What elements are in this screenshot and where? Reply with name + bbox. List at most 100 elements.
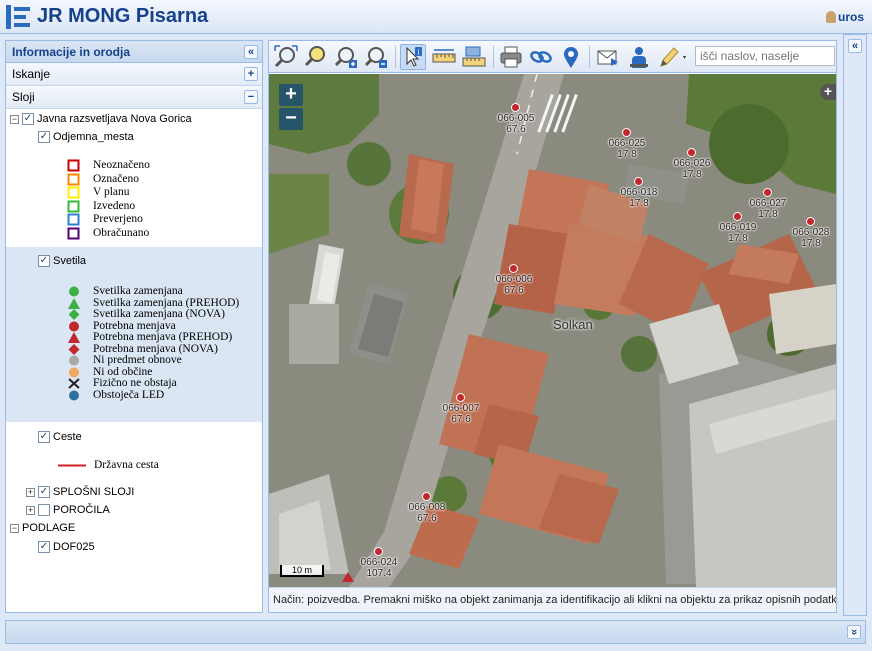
measure-distance-button[interactable] (431, 44, 457, 70)
print-button[interactable] (498, 44, 524, 70)
zoom-in-button[interactable] (333, 44, 359, 70)
info-tools-panel: Informacije in orodja « Iskanje + Sloji … (5, 40, 263, 613)
collapse-root-toggle[interactable]: − (10, 114, 19, 124)
send-mail-button[interactable] (595, 44, 621, 70)
location-pin-button[interactable] (558, 44, 584, 70)
legend-square-icon (67, 213, 80, 226)
pencil-draw-menu[interactable] (656, 44, 690, 70)
splosni-label: SPLOŠNI SLOJI (53, 486, 135, 498)
legend-square-icon (67, 227, 80, 240)
bottom-panel: » (5, 620, 866, 644)
section-layers[interactable]: Sloji − (6, 86, 262, 109)
tree-node-odjemna[interactable]: ✓ Odjemna_mesta (38, 129, 134, 145)
app-title: JR MONG Pisarna (37, 5, 209, 27)
point-id: 066-007 (442, 403, 480, 414)
expand-splosni-toggle[interactable]: + (26, 487, 35, 497)
search-input[interactable] (695, 46, 835, 66)
dof-checkbox[interactable]: ✓ (38, 541, 50, 554)
odjemna-checkbox[interactable]: ✓ (38, 131, 50, 144)
place-label: Solkan (553, 317, 593, 332)
map-point-label: 066-005 67.6 (486, 113, 546, 135)
zoom-rectangle-icon (304, 46, 325, 67)
map-point-marker[interactable] (806, 217, 815, 226)
map-zoom-in-button[interactable]: + (279, 84, 303, 106)
expand-right-panel-button[interactable]: « (848, 39, 862, 53)
expand-porocila-toggle[interactable]: + (26, 505, 35, 515)
point-id: 066-027 (749, 198, 787, 209)
zoom-extent-button[interactable] (273, 44, 299, 70)
collapse-layers-button[interactable]: − (244, 90, 258, 104)
right-collapsed-panel: « (843, 34, 867, 616)
identify-button[interactable]: i (400, 44, 426, 70)
tree-node-dof[interactable]: ✓ DOF025 (38, 539, 95, 555)
map-scale-bar: 10 m (280, 565, 324, 577)
tree-node-podlage[interactable]: − PODLAGE (10, 520, 75, 536)
odjemna-label: Odjemna_mesta (53, 131, 134, 143)
user-icon (825, 11, 836, 23)
map-point-marker[interactable] (509, 264, 518, 273)
point-id: 066-018 (620, 187, 658, 198)
tree-node-svetila[interactable]: ✓ Svetila (38, 253, 86, 269)
tree-node-ceste[interactable]: ✓ Ceste (38, 429, 82, 445)
point-id: 066-026 (673, 158, 711, 169)
tree-node-root[interactable]: − ✓ Javna razsvetljava Nova Gorica (10, 111, 192, 127)
ceste-label: Ceste (53, 431, 82, 443)
app-logo-icon (6, 5, 30, 29)
tree-node-splosni[interactable]: + ✓ SPLOŠNI SLOJI (26, 484, 134, 500)
toolbar-separator (589, 46, 590, 68)
zoom-out-icon (364, 47, 387, 68)
point-value: 17.8 (629, 198, 649, 209)
pencil-draw-icon (660, 47, 686, 67)
porocila-label: POROČILA (53, 504, 110, 516)
map-point-marker[interactable] (622, 128, 631, 137)
legend-label: Državna cesta (94, 459, 159, 471)
ceste-checkbox[interactable]: ✓ (38, 431, 50, 444)
map-point-marker[interactable] (456, 393, 465, 402)
map-point-marker[interactable] (687, 148, 696, 157)
zoom-rectangle-button[interactable] (302, 44, 328, 70)
user-name: uros (837, 10, 864, 24)
map-point-marker[interactable] (374, 547, 383, 556)
collapse-podlage-toggle[interactable]: − (10, 523, 19, 533)
legend-label: Izvedeno (93, 199, 136, 212)
measure-area-button[interactable] (461, 44, 487, 70)
point-value: 67.6 (451, 414, 471, 425)
zoom-out-button[interactable] (363, 44, 389, 70)
person-info-button[interactable] (626, 44, 652, 70)
expand-search-button[interactable]: + (244, 67, 258, 81)
map-point-marker[interactable] (634, 177, 643, 186)
toolbar-separator (395, 46, 396, 68)
point-id: 066-005 (497, 113, 535, 124)
map-point-label: 066-007 67.6 (431, 403, 491, 425)
expand-bottom-panel-button[interactable]: » (847, 625, 861, 639)
podlage-label: PODLAGE (22, 522, 76, 534)
point-value: 107.4 (366, 568, 392, 579)
map-point-label: 066-026 17.8 (662, 158, 722, 180)
legend-square-icon (67, 159, 80, 172)
overview-map-toggle[interactable]: + (820, 84, 836, 100)
svetila-checkbox[interactable]: ✓ (38, 255, 50, 268)
print-icon (500, 46, 522, 68)
user-menu[interactable]: uros (825, 10, 864, 24)
send-mail-icon (597, 50, 618, 66)
map-point-marker[interactable] (511, 103, 520, 112)
map-point-marker[interactable] (763, 188, 772, 197)
link-button[interactable] (528, 44, 554, 70)
section-search[interactable]: Iskanje + (6, 63, 262, 86)
map-triangle-marker[interactable] (341, 571, 355, 583)
map-point-label: 066-024 107.4 (349, 557, 409, 579)
point-value: 17.8 (801, 238, 821, 249)
map-canvas[interactable]: + − + Solkan 066-005 67.6 066-025 17.8 066-0… (269, 74, 836, 587)
point-value: 17.8 (758, 209, 778, 220)
point-id: 066-008 (408, 502, 446, 513)
splosni-checkbox[interactable]: ✓ (38, 486, 50, 499)
map-zoom-out-button[interactable]: − (279, 108, 303, 130)
porocila-checkbox[interactable] (38, 504, 50, 517)
map-point-marker[interactable] (733, 212, 742, 221)
collapse-panel-button[interactable]: « (244, 45, 258, 59)
location-pin-icon (564, 47, 578, 68)
root-checkbox[interactable]: ✓ (22, 113, 34, 126)
tree-node-porocila[interactable]: + POROČILA (26, 502, 110, 518)
legend-circle-icon (69, 390, 79, 400)
map-point-marker[interactable] (422, 492, 431, 501)
